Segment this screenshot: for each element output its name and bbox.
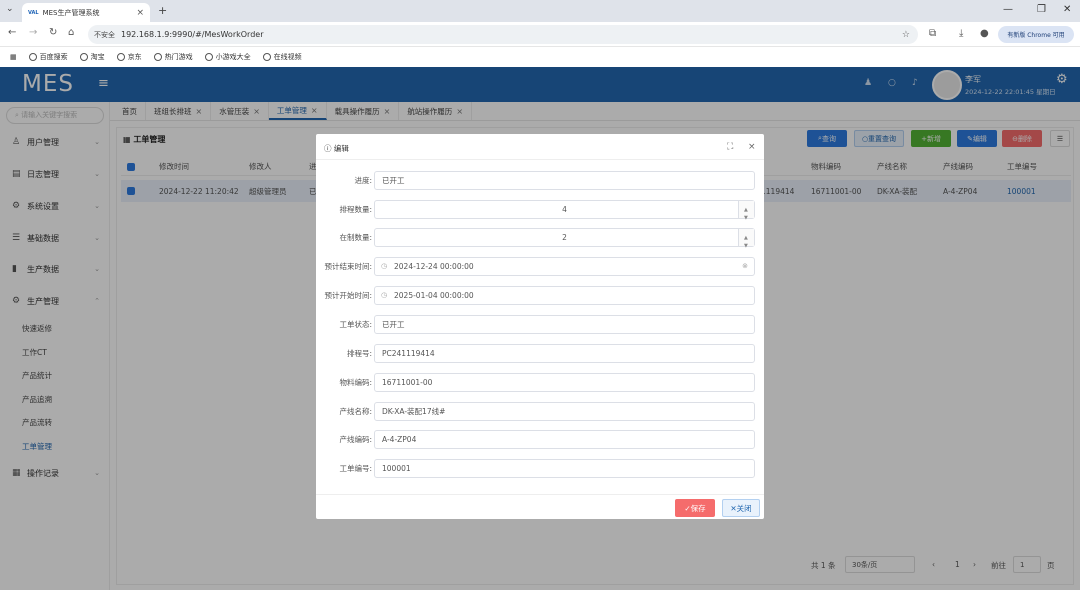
dialog-title: ⓘ 编辑 xyxy=(324,144,349,153)
download-icon[interactable]: ⤓ xyxy=(959,28,963,39)
bookmark-item[interactable]: 热门游戏 xyxy=(153,52,193,62)
order-no-input[interactable]: 100001 xyxy=(374,459,755,478)
apps-icon[interactable]: ▦ xyxy=(10,53,17,61)
clock-icon: ◷ xyxy=(381,291,388,299)
close-icon[interactable]: × xyxy=(748,142,756,152)
edit-dialog: ⓘ 编辑 ⛶ × 进度: 已开工 排程数量: 4 ▲ ▼ 在制数量: 2 ▲ ▼ 预计结… xyxy=(316,134,764,519)
browser-tab[interactable]: VAL MES生产管理系统 × xyxy=(22,3,150,22)
field-material-code: 物料编码: 16711001-00 xyxy=(316,373,764,392)
bookmark-item[interactable]: 京东 xyxy=(116,52,142,62)
dialog-divider xyxy=(316,494,764,495)
field-label: 预计结束时间: xyxy=(324,262,372,271)
tab-search-icon[interactable]: ⌄ xyxy=(6,4,14,14)
close-window-icon[interactable]: ✕ xyxy=(1063,4,1071,15)
profile-icon[interactable]: ● xyxy=(980,28,989,39)
chevron-down-icon[interactable]: ▼ xyxy=(744,210,748,227)
field-plan-end: 预计结束时间: ◷ 2024-12-24 00:00:00 ⊗ xyxy=(316,257,764,276)
home-icon[interactable]: ⌂ xyxy=(68,27,74,38)
field-line-code: 产线编码: A-4-ZP04 xyxy=(316,430,764,449)
plan-start-datepicker[interactable]: ◷ 2025-01-04 00:00:00 xyxy=(374,286,755,305)
field-label: 排程号: xyxy=(346,349,372,358)
field-label: 工单编号: xyxy=(339,464,372,473)
globe-icon xyxy=(262,53,271,61)
address-bar: ← → ↻ ⌂ 不安全 192.168.1.9:9990/#/MesWorkOr… xyxy=(0,22,1080,47)
globe-icon xyxy=(116,53,125,61)
planned-qty-stepper[interactable]: 4 ▲ ▼ xyxy=(374,200,755,221)
bookmark-star-icon[interactable]: ☆ xyxy=(902,30,910,40)
field-label: 预计开始时间: xyxy=(324,291,372,300)
back-icon[interactable]: ← xyxy=(8,27,16,38)
field-plan-start: 预计开始时间: ◷ 2025-01-04 00:00:00 xyxy=(316,286,764,305)
globe-icon xyxy=(153,53,162,61)
field-order-no: 工单编号: 100001 xyxy=(316,459,764,478)
clock-icon: ◷ xyxy=(381,262,388,270)
field-label: 工单状态: xyxy=(339,320,372,329)
maximize-icon[interactable]: ⛶ xyxy=(727,142,733,152)
field-progress: 进度: 已开工 xyxy=(316,171,764,190)
field-label: 产线编码: xyxy=(339,435,372,444)
new-tab-icon[interactable]: + xyxy=(158,4,167,17)
material-code-input[interactable]: 16711001-00 xyxy=(374,373,755,392)
save-button[interactable]: ✓ 保存 xyxy=(675,499,715,517)
bookmark-item[interactable]: 在线视频 xyxy=(262,52,302,62)
restore-icon[interactable]: ❐ xyxy=(1037,4,1046,15)
field-planned-qty: 排程数量: 4 ▲ ▼ xyxy=(316,200,764,221)
schedule-no-input[interactable]: PC241119414 xyxy=(374,344,755,363)
bookmark-item[interactable]: 淘宝 xyxy=(79,52,105,62)
globe-icon xyxy=(28,53,37,61)
plan-end-datepicker[interactable]: ◷ 2024-12-24 00:00:00 ⊗ xyxy=(374,257,755,276)
close-tab-icon[interactable]: × xyxy=(136,8,144,18)
line-name-input[interactable]: DK-XA-装配17线# xyxy=(374,402,755,421)
status-input[interactable]: 已开工 xyxy=(374,315,755,334)
update-chrome-button[interactable]: 有新版 Chrome 可用 xyxy=(998,26,1074,43)
wip-qty-stepper[interactable]: 2 ▲ ▼ xyxy=(374,228,755,249)
minimize-icon[interactable]: — xyxy=(1003,4,1013,15)
field-schedule-no: 排程号: PC241119414 xyxy=(316,344,764,363)
stepper-arrows[interactable]: ▲ ▼ xyxy=(738,229,754,249)
line-code-input[interactable]: A-4-ZP04 xyxy=(374,430,755,449)
globe-icon xyxy=(79,53,88,61)
globe-icon xyxy=(204,53,213,61)
field-label: 物料编码: xyxy=(339,378,372,387)
stepper-arrows[interactable]: ▲ ▼ xyxy=(738,201,754,221)
field-label: 产线名称: xyxy=(339,407,372,416)
field-line-name: 产线名称: DK-XA-装配17线# xyxy=(316,402,764,421)
field-label: 进度: xyxy=(354,176,372,185)
url-text[interactable]: 192.168.1.9:9990/#/MesWorkOrder xyxy=(121,30,263,39)
bookmark-item[interactable]: 百度搜索 xyxy=(28,52,68,62)
forward-icon[interactable]: → xyxy=(29,27,37,38)
field-status: 工单状态: 已开工 xyxy=(316,315,764,334)
bookmark-item[interactable]: 小游戏大全 xyxy=(204,52,251,62)
bookmarks-bar: ▦ 百度搜索 淘宝 京东 热门游戏 小游戏大全 在线视频 xyxy=(0,47,1080,67)
clear-icon[interactable]: ⊗ xyxy=(742,258,748,275)
browser-tab-bar: ⌄ VAL MES生产管理系统 × + — ❐ ✕ xyxy=(0,0,1080,22)
close-button[interactable]: ✕ 关闭 xyxy=(722,499,760,517)
field-wip-qty: 在制数量: 2 ▲ ▼ xyxy=(316,228,764,249)
omnibox[interactable]: 不安全 192.168.1.9:9990/#/MesWorkOrder ☆ xyxy=(88,25,918,44)
field-label: 排程数量: xyxy=(339,205,372,214)
reload-icon[interactable]: ↻ xyxy=(49,27,57,38)
browser-tab-title: MES生产管理系统 xyxy=(42,8,100,17)
favicon-icon: VAL xyxy=(28,9,39,16)
chevron-down-icon[interactable]: ▼ xyxy=(744,238,748,255)
field-label: 在制数量: xyxy=(339,233,372,242)
extensions-icon[interactable]: ⧉ xyxy=(929,28,936,39)
dialog-header: ⓘ 编辑 ⛶ × xyxy=(316,134,764,160)
security-label[interactable]: 不安全 xyxy=(94,30,115,40)
progress-input[interactable]: 已开工 xyxy=(374,171,755,190)
